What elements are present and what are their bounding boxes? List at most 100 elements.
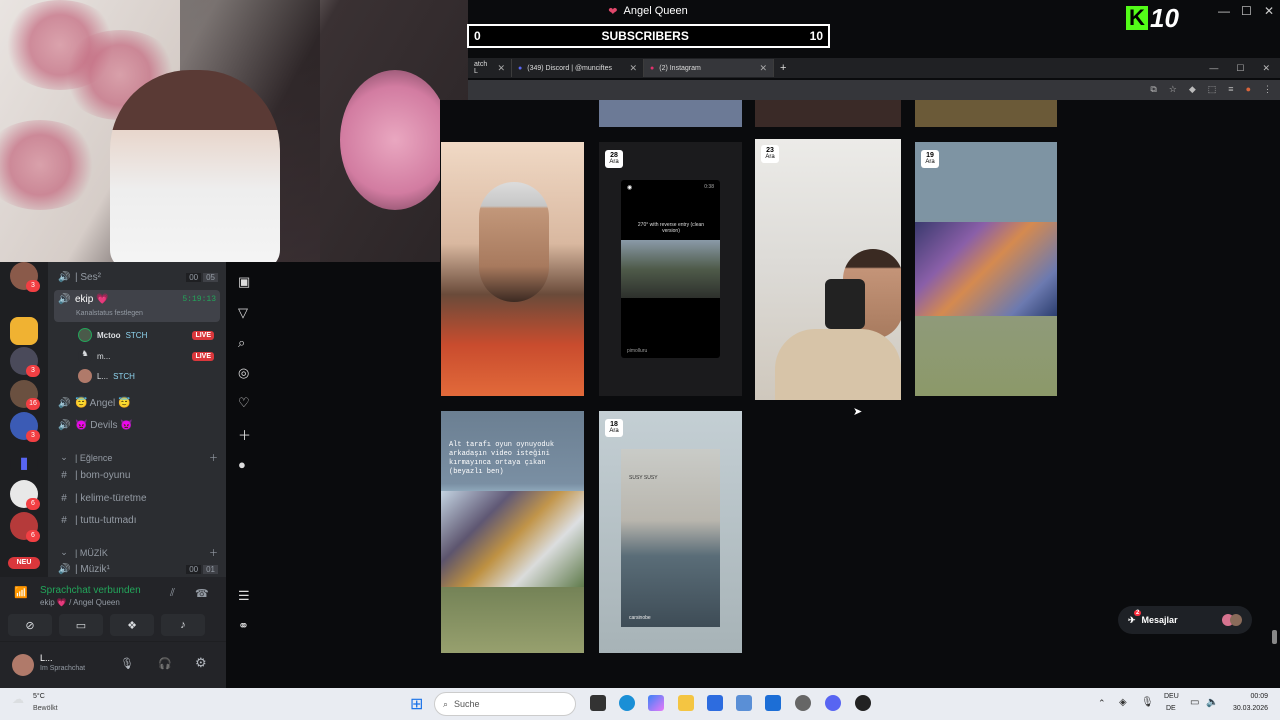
stream-title: ❤ Angel Queen	[608, 5, 688, 18]
close-tab-icon[interactable]: ✕	[759, 63, 767, 74]
signal-icon: 📶	[14, 587, 28, 599]
story-tile[interactable]	[599, 100, 742, 127]
windows-start-icon[interactable]: ⊞	[410, 694, 423, 714]
chevron-icon: ⌄	[60, 452, 68, 462]
server-icon[interactable]: 3	[10, 412, 40, 442]
server-icon[interactable]: 6	[10, 480, 40, 510]
activities-button[interactable]: ❖	[110, 614, 154, 636]
voice-channel[interactable]: 🔊 | Ses² 00 05	[58, 272, 218, 283]
taskbar-search[interactable]: ⌕ Suche	[434, 692, 576, 716]
story-tile[interactable]: 28 Ara ◉ 0:38 270° with reverse entry (cl…	[599, 142, 742, 396]
text-channel[interactable]: # | bom-oyunu	[58, 470, 130, 481]
media-icon[interactable]: ≡	[1228, 84, 1233, 95]
bookmark-star-icon[interactable]: ☆	[1169, 84, 1177, 95]
story-tile[interactable]	[441, 142, 584, 396]
tab-instagram[interactable]: ● (2) Instagram ✕	[644, 59, 774, 77]
add-channel-icon[interactable]: ＋	[209, 546, 218, 559]
mic-tray-icon[interactable]: 🎙	[1141, 697, 1154, 708]
folder-icon[interactable]: ▮	[10, 450, 38, 478]
obs-icon[interactable]	[795, 695, 811, 711]
page-scrollbar[interactable]	[1272, 630, 1277, 644]
file-explorer-icon[interactable]	[678, 695, 694, 711]
soundboard-button[interactable]: ♪	[161, 614, 205, 636]
server-icon[interactable]: 16	[10, 380, 40, 410]
search-icon: ⌕	[443, 698, 449, 709]
voice-channel[interactable]: 🔊 | Müzik¹ 00 01	[58, 564, 218, 575]
story-tile[interactable]	[755, 100, 901, 127]
server-icon[interactable]: 6	[10, 512, 40, 542]
text-channel[interactable]: # | kelime-türetme	[58, 493, 146, 504]
edge-icon[interactable]	[619, 695, 635, 711]
neu-badge: NEU	[8, 557, 40, 569]
heart-icon[interactable]: ♡	[238, 395, 250, 411]
voice-user[interactable]: Mctoo STCH LIVE	[78, 328, 214, 342]
camera-off-button[interactable]: ⊘	[8, 614, 52, 636]
chrome-icon[interactable]	[855, 695, 871, 711]
chevron-up-icon[interactable]: ⌃	[1098, 698, 1106, 709]
minimize-icon[interactable]: —	[1218, 4, 1230, 18]
tab-discord[interactable]: ● (349) Discord | @munciftes ✕	[512, 59, 644, 77]
create-icon[interactable]: ＋	[238, 425, 251, 444]
new-tab-button[interactable]: +	[774, 59, 792, 77]
app-icon[interactable]	[736, 695, 752, 711]
server-icon[interactable]	[10, 317, 38, 345]
menu-icon[interactable]: ⋮	[1263, 84, 1272, 95]
story-tile[interactable]	[915, 100, 1057, 127]
microphone-icon[interactable]: 🎙	[120, 657, 134, 670]
extension-icon[interactable]: ◆	[1189, 84, 1196, 95]
browser-maximize-icon[interactable]: ☐	[1236, 63, 1244, 74]
story-tile[interactable]: Alt tarafı oyun oynuyoduk arkadaşın vide…	[441, 411, 584, 653]
maximize-icon[interactable]: ☐	[1241, 4, 1252, 18]
disconnect-icon[interactable]: ☎	[195, 587, 209, 600]
install-icon[interactable]: ⧉	[1150, 84, 1156, 95]
category-header[interactable]: ⌄ | MÜZİK ＋	[58, 546, 218, 559]
server-icon[interactable]: 3	[10, 262, 40, 292]
voice-channel-active[interactable]: 🔊 ekip 💗 5:19:13 Kanalstatus festlegen	[54, 290, 220, 322]
weather-icon[interactable]: ☁	[12, 692, 24, 706]
tab-watch[interactable]: atch L ✕	[468, 59, 512, 77]
copilot-icon[interactable]	[648, 695, 664, 711]
volume-tray-icon[interactable]: 🔈	[1206, 697, 1218, 708]
category-header[interactable]: ⌄ | Eğlence ＋	[58, 451, 218, 464]
store-icon[interactable]	[707, 695, 723, 711]
photos-icon[interactable]	[765, 695, 781, 711]
close-tab-icon[interactable]: ✕	[497, 63, 505, 74]
network-tray-icon[interactable]: ◈	[1119, 697, 1127, 708]
instagram-logo-icon[interactable]: ▣	[238, 274, 250, 290]
user-panel: L... Im Sprachchat 🎙 🎧 ⚙	[0, 641, 226, 688]
voice-user[interactable]: L... STCH	[78, 369, 214, 383]
noise-suppression-icon[interactable]: ⫽	[170, 587, 175, 600]
profile-icon[interactable]: ●	[1246, 84, 1251, 95]
puzzle-icon[interactable]: ⬚	[1208, 84, 1217, 95]
explore-icon[interactable]: ◎	[238, 365, 249, 381]
profile-avatar[interactable]: ●	[238, 457, 246, 472]
screen-share-button[interactable]: ▭	[59, 614, 103, 636]
settings-gear-icon[interactable]: ⚙	[195, 655, 207, 671]
speaker-icon: 🔊	[58, 294, 71, 305]
story-tile[interactable]: 18 Ara SUSY SUSY carsinobe	[599, 411, 742, 653]
notification-icon[interactable]: ▽	[238, 305, 248, 321]
menu-icon[interactable]: ☰	[238, 588, 250, 604]
server-icon[interactable]: 3	[10, 347, 40, 377]
hash-icon: #	[61, 470, 67, 481]
avatar[interactable]	[12, 654, 34, 676]
subs-label: SUBSCRIBERS	[601, 29, 689, 43]
search-icon[interactable]: ⌕	[238, 335, 245, 351]
add-channel-icon[interactable]: ＋	[209, 451, 218, 464]
task-view-icon[interactable]	[590, 695, 606, 711]
voice-channel[interactable]: 🔊 😇 Angel 😇	[58, 398, 130, 409]
voice-channel[interactable]: 🔊 👿 Devils 👿	[58, 420, 133, 431]
browser-close-icon[interactable]: ✕	[1262, 63, 1270, 74]
close-icon[interactable]: ✕	[1264, 4, 1274, 18]
browser-minimize-icon[interactable]: —	[1209, 63, 1218, 74]
text-channel[interactable]: # | tuttu-tutmadı	[58, 515, 136, 526]
messages-button[interactable]: ✈ 2 Mesajlar	[1118, 606, 1252, 634]
story-tile[interactable]: 19 Ara	[915, 142, 1057, 396]
story-tile[interactable]: 23 Ara	[755, 139, 901, 400]
headphones-icon[interactable]: 🎧	[158, 657, 172, 670]
voice-user[interactable]: ♞ m... LIVE	[78, 349, 214, 363]
discord-taskbar-icon[interactable]	[825, 695, 841, 711]
meta-icon[interactable]: ⚭	[238, 618, 249, 634]
close-tab-icon[interactable]: ✕	[629, 63, 637, 74]
display-tray-icon[interactable]: ▭	[1190, 697, 1199, 708]
